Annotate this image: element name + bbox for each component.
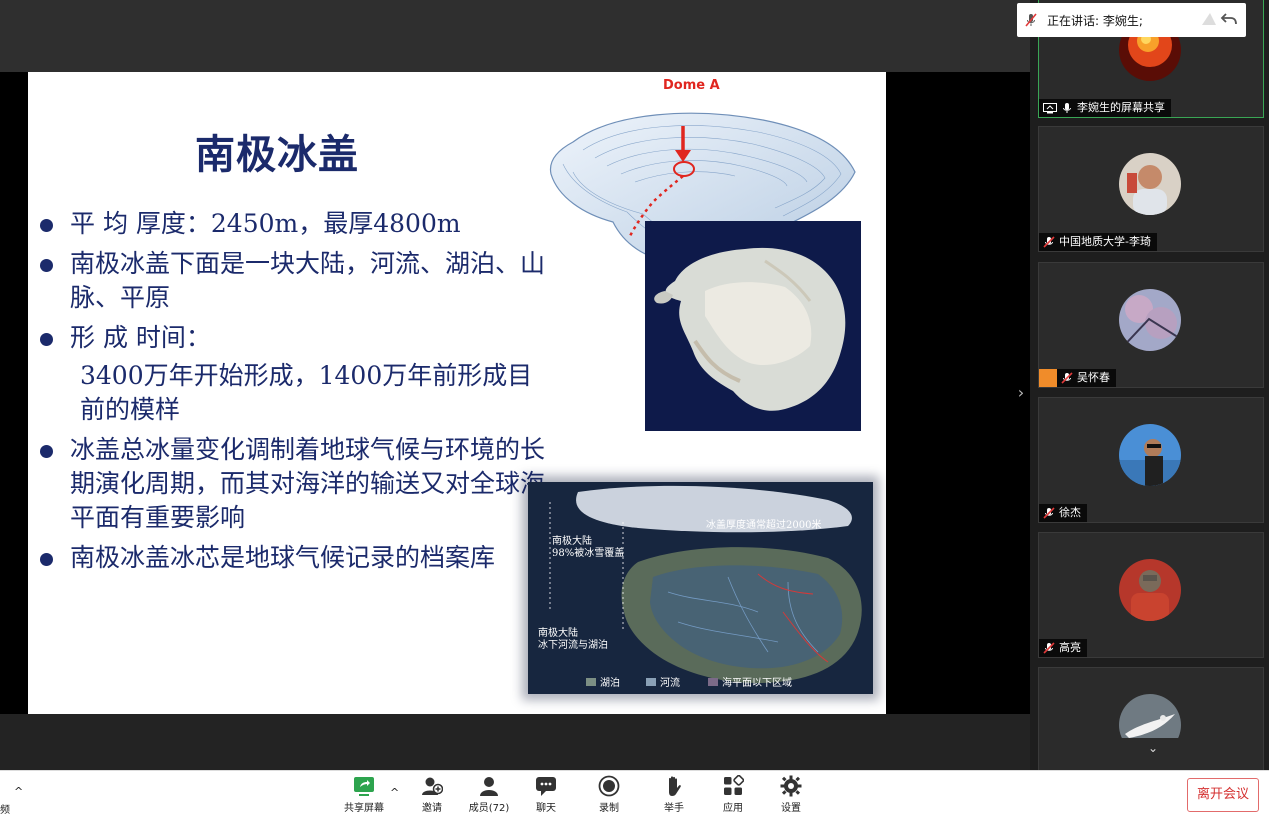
undo-arrow-icon[interactable]: [1220, 11, 1238, 27]
members-label: 成员(72): [468, 803, 510, 814]
chat-label: 聊天: [536, 803, 556, 814]
participant-name: 高亮: [1059, 641, 1081, 654]
chat-icon: [536, 777, 556, 796]
apps-label: 应用: [723, 803, 743, 814]
options-caret-icon[interactable]: ^: [14, 785, 23, 798]
subglacial-rivers-lakes-map: 冰盖厚度通常超过2000米 南极大陆 98%被冰雪覆盖 南极大陆 冰下河流与湖泊…: [528, 482, 873, 694]
mic-muted-icon: [1043, 236, 1055, 248]
participant-name: 徐杰: [1059, 506, 1081, 519]
participant-name-bar: 高亮: [1039, 639, 1087, 657]
settings-button[interactable]: 设置: [763, 775, 819, 815]
speaker-banner-controls: [1200, 11, 1238, 27]
user-badge-icon: [1039, 369, 1057, 387]
slide-title: 南极冰盖: [195, 132, 359, 178]
collapse-panel-chevron-icon[interactable]: ›: [1012, 375, 1030, 411]
participant-tile[interactable]: 徐杰: [1038, 397, 1264, 523]
settings-label: 设置: [781, 803, 801, 814]
map-caption-thickness: 冰盖厚度通常超过2000米: [706, 520, 822, 531]
record-icon: [598, 775, 620, 797]
mic-muted-icon: [1025, 13, 1037, 27]
share-options-caret-icon[interactable]: ^: [390, 786, 399, 799]
raise-hand-button[interactable]: 举手: [646, 775, 702, 815]
map-caption-continent: 南极大陆 98%被冰雪覆盖: [552, 536, 625, 559]
fade-decoration-icon: [1202, 13, 1216, 25]
avatar: [1119, 559, 1181, 621]
invite-label: 邀请: [422, 803, 442, 814]
invite-user-icon: [422, 777, 443, 795]
members-icon: [480, 777, 498, 796]
share-screen-button[interactable]: 共享屏幕: [336, 775, 392, 815]
participant-name: 中国地质大学-李琦: [1059, 235, 1151, 248]
share-screen-label: 共享屏幕: [344, 803, 384, 814]
raise-hand-label: 举手: [664, 803, 684, 814]
participant-name-bar: 徐杰: [1039, 504, 1087, 522]
slide-bullet: 冰盖总冰量变化调制着地球气候与环境的长期演化周期，而其对海洋的输送又对全球海平面…: [38, 433, 548, 535]
slide-bullet: 南极冰盖下面是一块大陆，河流、湖泊、山脉、平原: [38, 247, 548, 315]
map-legend-lake: 湖泊: [600, 678, 620, 689]
invite-button[interactable]: 邀请: [404, 775, 460, 815]
participant-tile[interactable]: 高亮: [1038, 532, 1264, 658]
record-button[interactable]: 录制: [581, 775, 637, 815]
participant-name-bar: 李婉生的屏幕共享: [1039, 99, 1171, 117]
map-caption-subglacial: 南极大陆 冰下河流与湖泊: [538, 628, 608, 651]
share-screen-icon: [354, 777, 374, 796]
avatar: [1119, 424, 1181, 486]
slide-bullet-continuation: 3400万年开始形成，1400万年前形成目前的模样: [38, 359, 548, 427]
participant-name: 吴怀春: [1077, 371, 1110, 384]
gear-icon: [780, 775, 802, 797]
screen-share-icon: [1043, 102, 1057, 113]
map-legend-river: 河流: [660, 678, 680, 689]
slide-bullet: 南极冰盖冰芯是地球气候记录的档案库: [38, 541, 548, 575]
presentation-slide: 南极冰盖 平 均 厚度：2450m，最厚4800m 南极冰盖下面是一块大陆，河流…: [28, 72, 886, 714]
subglacial-map-graphic: [528, 482, 873, 694]
top-bar: [0, 0, 1030, 72]
apps-button[interactable]: 应用: [705, 775, 761, 815]
slide-bullet: 形 成 时间：: [38, 321, 548, 355]
record-label: 录制: [599, 803, 619, 814]
active-speaker-banner: 正在讲话: 李婉生;: [1017, 3, 1246, 37]
toolbar-left-fragment[interactable]: 频: [0, 801, 10, 815]
meeting-window: 南极冰盖 平 均 厚度：2450m，最厚4800m 南极冰盖下面是一块大陆，河流…: [0, 0, 1269, 815]
dome-a-label: Dome A: [663, 78, 720, 93]
mic-muted-icon: [1061, 372, 1073, 384]
meeting-toolbar: ^ 频 共享屏幕 ^ 邀请 成员(72) 聊天 录制 举手 应用 设置 离开会议: [0, 770, 1269, 815]
chat-button[interactable]: 聊天: [518, 775, 574, 815]
participant-name-bar: 中国地质大学-李琦: [1039, 233, 1157, 251]
participant-tile[interactable]: 中国地质大学-李琦: [1038, 126, 1264, 252]
avatar: [1119, 289, 1181, 351]
mic-icon: [1063, 103, 1071, 113]
map-legend-below-sea: 海平面以下区域: [722, 678, 792, 689]
mic-muted-icon: [1043, 507, 1055, 519]
apps-icon: [724, 775, 744, 795]
antarctica-satellite-image: [645, 221, 861, 431]
avatar: [1119, 153, 1181, 215]
shared-screen-stage: 南极冰盖 平 均 厚度：2450m，最厚4800m 南极冰盖下面是一块大陆，河流…: [0, 72, 1030, 714]
participant-name-bar: 吴怀春: [1039, 369, 1116, 387]
leave-meeting-button[interactable]: 离开会议: [1187, 778, 1259, 812]
participant-tile[interactable]: 吴怀春: [1038, 262, 1264, 388]
active-speaker-text: 正在讲话: 李婉生;: [1047, 13, 1143, 28]
slide-bullet-list: 平 均 厚度：2450m，最厚4800m 南极冰盖下面是一块大陆，河流、湖泊、山…: [38, 207, 548, 581]
scroll-down-chevron-icon[interactable]: ⌄: [1118, 738, 1188, 758]
raise-hand-icon: [669, 776, 681, 796]
participants-video-panel: 李婉生的屏幕共享 中国地质大学-李琦 吴怀春 徐杰 高亮: [1030, 0, 1269, 793]
participant-name: 李婉生的屏幕共享: [1077, 101, 1165, 114]
mic-muted-icon: [1043, 642, 1055, 654]
slide-bullet-continuation-text: 3400万年开始形成，1400万年前形成目前的模样: [80, 361, 533, 424]
slide-bullet: 平 均 厚度：2450m，最厚4800m: [38, 207, 548, 241]
members-button[interactable]: 成员(72): [461, 775, 517, 815]
